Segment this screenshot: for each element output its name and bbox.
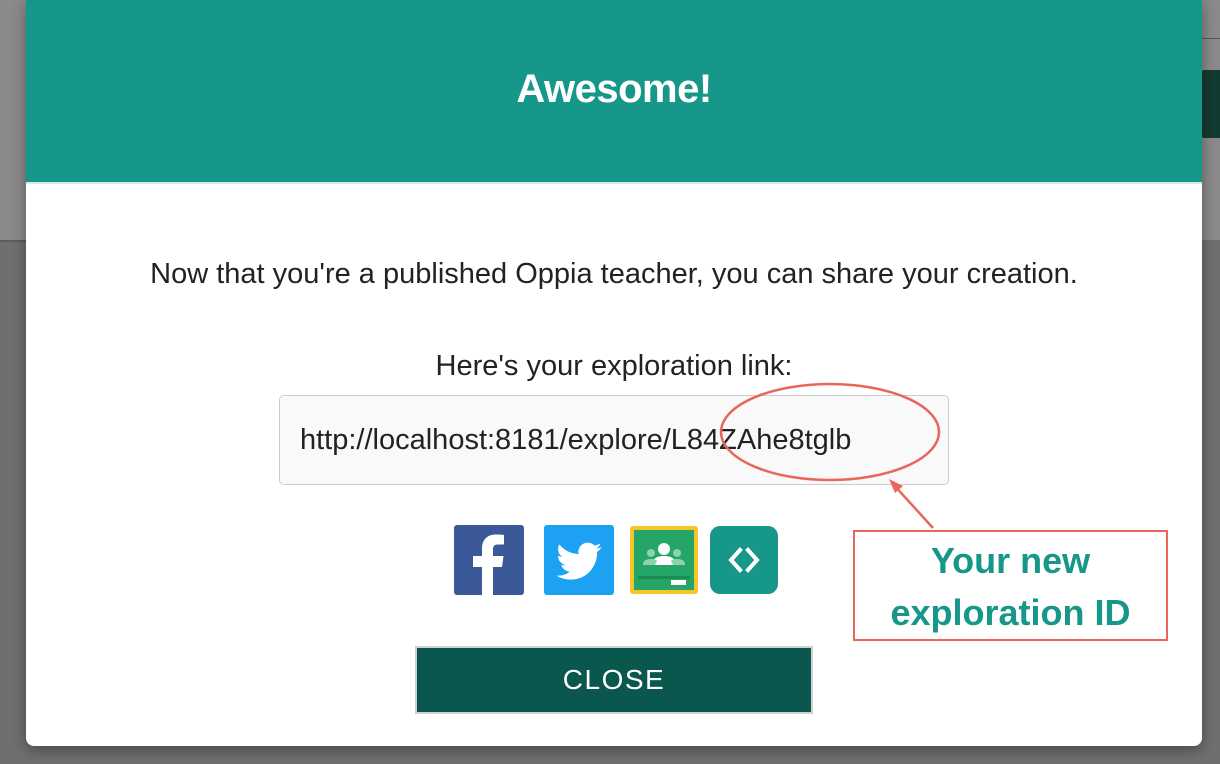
- google-classroom-share-button[interactable]: [630, 526, 698, 594]
- annotation-callout: Your new exploration ID: [853, 530, 1168, 641]
- annotation-line-1: Your new: [930, 540, 1091, 581]
- modal-header: Awesome!: [26, 0, 1202, 184]
- background-button: [1202, 70, 1220, 138]
- modal-title: Awesome!: [516, 66, 712, 111]
- facebook-share-button[interactable]: [454, 525, 524, 595]
- embed-share-button[interactable]: [710, 526, 778, 594]
- close-button[interactable]: CLOSE: [415, 646, 813, 714]
- annotation-line-2: exploration ID: [890, 592, 1131, 633]
- google-classroom-icon: [638, 543, 690, 585]
- exploration-link-field[interactable]: http://localhost:8181/explore/L84ZAhe8tg…: [279, 395, 949, 485]
- embed-code-icon: [728, 547, 760, 573]
- twitter-icon: [556, 542, 602, 580]
- exploration-link-label: Here's your exploration link:: [435, 350, 793, 382]
- share-buttons: [454, 525, 778, 595]
- background-divider-right: [1200, 38, 1220, 39]
- twitter-share-button[interactable]: [544, 525, 614, 595]
- share-message: Now that you're a published Oppia teache…: [150, 258, 1078, 290]
- facebook-icon: [473, 534, 504, 595]
